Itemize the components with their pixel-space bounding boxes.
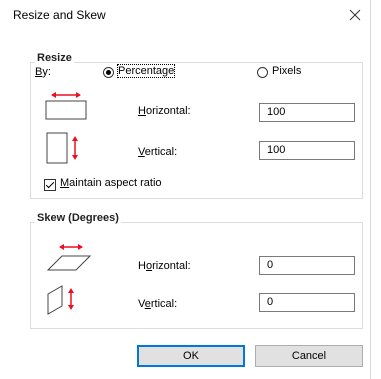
vertical-skew-icon	[47, 285, 74, 315]
resize-skew-dialog: Resize and Skew Resize By: Percentage Pi…	[0, 0, 371, 379]
resize-vertical-label-text: ertical:	[144, 146, 178, 158]
resize-horizontal-input[interactable]: 100	[259, 103, 355, 122]
resize-group-label: Resize	[35, 52, 74, 64]
resize-horizontal-label-text: orizontal:	[145, 105, 191, 117]
dialog-title: Resize and Skew	[13, 8, 106, 22]
skew-vertical-label: Vertical:	[138, 298, 178, 310]
skew-horizontal-input[interactable]: 0	[259, 256, 355, 275]
ok-button[interactable]: OK	[137, 345, 245, 367]
vertical-resize-icon	[46, 132, 78, 164]
cancel-button[interactable]: Cancel	[255, 345, 363, 367]
by-label: By:	[35, 66, 51, 78]
resize-vertical-input[interactable]: 100	[259, 141, 355, 160]
maintain-aspect-checkbox[interactable]	[44, 179, 56, 191]
percentage-radio-label[interactable]: Percentage	[116, 64, 176, 78]
percentage-radio[interactable]	[103, 67, 114, 78]
close-icon[interactable]	[348, 8, 362, 22]
pixels-radio[interactable]	[257, 67, 268, 78]
horizontal-skew-icon	[46, 244, 92, 271]
skew-vertical-label-text: rtical:	[150, 298, 178, 310]
skew-vertical-input[interactable]: 0	[259, 293, 355, 312]
resize-vertical-label: Vertical:	[138, 146, 178, 158]
horizontal-resize-icon	[45, 92, 87, 120]
title-bar: Resize and Skew	[0, 0, 371, 32]
pixels-radio-label[interactable]: Pixels	[272, 65, 301, 77]
skew-horizontal-label: Horizontal:	[138, 260, 191, 272]
maintain-aspect-label-text: aintain aspect ratio	[69, 177, 162, 189]
resize-horizontal-label: Horizontal:	[138, 105, 191, 117]
skew-horizontal-label-text: rizontal:	[152, 260, 191, 272]
skew-group-label: Skew (Degrees)	[35, 212, 121, 224]
maintain-aspect-label[interactable]: Maintain aspect ratio	[60, 177, 162, 189]
